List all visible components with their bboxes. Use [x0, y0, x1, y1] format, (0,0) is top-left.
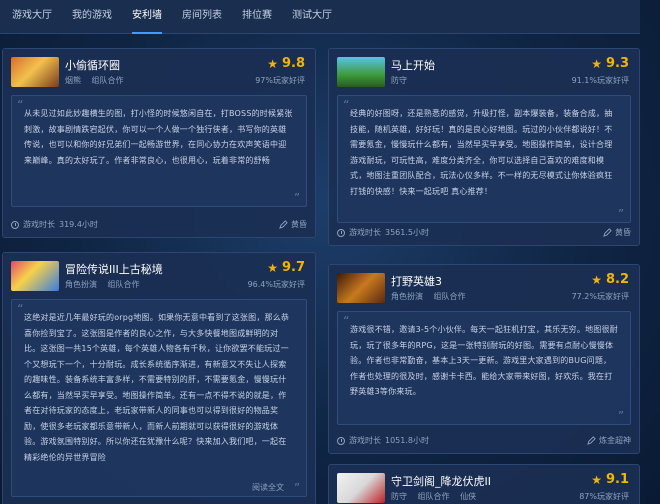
- playtime-label: 游戏时长: [23, 220, 55, 229]
- game-thumbnail[interactable]: [337, 273, 385, 303]
- clock-icon: [11, 220, 19, 229]
- clock-icon: [337, 228, 345, 237]
- playtime-value: 3561.5小时: [385, 228, 429, 237]
- game-title[interactable]: 马上开始: [391, 57, 435, 73]
- positive-rate: 77.2%玩家好评: [571, 292, 629, 301]
- game-title[interactable]: 打野英雄3: [391, 273, 442, 289]
- quote-close-icon: ”: [617, 409, 624, 423]
- tag: 组队合作: [417, 492, 450, 501]
- tag: 组队合作: [91, 76, 124, 85]
- star-icon: ★: [267, 56, 278, 71]
- card-footer: 游戏时长 1051.8小时 炼金超神: [337, 435, 631, 447]
- card-header: 小偷循环圈 烟熊 组队合作 ★ 9.8 97%玩家好评: [11, 56, 307, 89]
- card-header: 冒险传说III上古秘境 角色扮演 组队合作 ★ 9.7 96.4%玩家好评: [11, 260, 307, 293]
- review-card[interactable]: 守卫剑阁_降龙伏虎II 防守 组队合作 仙侠 ★ 9.1 87%玩家好评: [328, 464, 640, 504]
- review-card[interactable]: 打野英雄3 角色扮演 组队合作 ★ 8.2 77.2%玩家好评 “ 游戏很不错，…: [328, 264, 640, 454]
- rating-score: 9.8: [281, 56, 305, 71]
- rating-score: 9.1: [605, 472, 629, 487]
- review-box: “ 游戏很不错，邀请3-5个小伙伴。每天一起狂机打宝，其乐无穷。地图很耐玩，玩了…: [337, 311, 631, 425]
- card-header: 打野英雄3 角色扮演 组队合作 ★ 8.2 77.2%玩家好评: [337, 272, 631, 305]
- game-tags: 角色扮演 组队合作: [391, 291, 474, 302]
- quote-open-icon: “: [343, 98, 350, 112]
- review-card[interactable]: 马上开始 防守 ★ 9.3 91.1%玩家好评 “ 经典的好图呀，还是熟悉的感觉…: [328, 48, 640, 246]
- quote-close-icon: ”: [293, 191, 300, 205]
- card-footer: 游戏时长 319.4小时 黄昏: [11, 219, 307, 231]
- card-header: 守卫剑阁_降龙伏虎II 防守 组队合作 仙侠 ★ 9.1 87%玩家好评: [337, 472, 631, 504]
- star-icon: ★: [267, 260, 278, 275]
- rating: ★ 8.2: [591, 272, 629, 287]
- tab-ranked[interactable]: 排位赛: [232, 0, 282, 34]
- star-icon: ★: [591, 56, 602, 71]
- clock-icon: [337, 436, 345, 445]
- top-tab-bar: 游戏大厅 我的游戏 安利墙 房间列表 排位赛 测试大厅: [0, 0, 640, 34]
- game-title[interactable]: 小偷循环圈: [65, 57, 120, 73]
- game-title[interactable]: 冒险传说III上古秘境: [65, 261, 163, 277]
- game-thumbnail[interactable]: [337, 57, 385, 87]
- tab-game-lobby[interactable]: 游戏大厅: [0, 0, 62, 34]
- tab-recommend-wall[interactable]: 安利墙: [122, 0, 172, 34]
- rating: ★ 9.3: [591, 56, 629, 71]
- tag: 烟熊: [65, 76, 81, 85]
- game-tags: 防守 组队合作 仙侠: [391, 491, 484, 502]
- playtime-value: 319.4小时: [59, 220, 98, 229]
- pen-icon: [603, 228, 612, 237]
- playtime-value: 1051.8小时: [385, 436, 429, 445]
- star-icon: ★: [591, 472, 602, 487]
- positive-rate: 96.4%玩家好评: [247, 280, 305, 289]
- star-icon: ★: [591, 272, 602, 287]
- tag: 防守: [391, 492, 407, 501]
- rating-score: 8.2: [605, 272, 629, 287]
- rating-score: 9.3: [605, 56, 629, 71]
- review-text: 经典的好图呀，还是熟悉的感觉，升级打怪，副本爆装备，装备合成，抽技能，随机英雄，…: [350, 109, 613, 196]
- tag: 组队合作: [433, 292, 466, 301]
- positive-rate: 97%玩家好评: [255, 76, 305, 85]
- review-box: “ 从未见过如此妙趣横生的图，打小怪的时候悠闲自在，打BOSS的时候紧张刺激，故…: [11, 95, 307, 207]
- pen-icon: [279, 220, 288, 229]
- rating: ★ 9.1: [591, 472, 629, 487]
- playtime-label: 游戏时长: [349, 228, 381, 237]
- positive-rate: 91.1%玩家好评: [571, 76, 629, 85]
- tag: 防守: [391, 76, 407, 85]
- review-text: 游戏很不错，邀请3-5个小伙伴。每天一起狂机打宝，其乐无穷。地图很耐玩，玩了很多…: [350, 325, 618, 396]
- card-header: 马上开始 防守 ★ 9.3 91.1%玩家好评: [337, 56, 631, 89]
- game-tags: 防守: [391, 75, 415, 86]
- game-thumbnail[interactable]: [11, 261, 59, 291]
- review-card[interactable]: 小偷循环圈 烟熊 组队合作 ★ 9.8 97%玩家好评 “ 从未见过如此妙趣横生…: [2, 48, 316, 238]
- game-tags: 角色扮演 组队合作: [65, 279, 148, 290]
- review-author[interactable]: 黄昏: [615, 227, 631, 238]
- quote-open-icon: “: [343, 314, 350, 328]
- quote-close-icon: ”: [617, 207, 624, 221]
- pen-icon: [587, 436, 596, 445]
- card-footer: 游戏时长 3561.5小时 黄昏: [337, 227, 631, 239]
- positive-rate: 87%玩家好评: [579, 492, 629, 501]
- tag: 角色扮演: [391, 292, 423, 301]
- quote-close-icon: ”: [293, 481, 300, 495]
- game-title[interactable]: 守卫剑阁_降龙伏虎II: [391, 473, 491, 489]
- rating: ★ 9.8: [267, 56, 305, 71]
- game-tags: 烟熊 组队合作: [65, 75, 132, 86]
- tab-test-lobby[interactable]: 测试大厅: [282, 0, 342, 34]
- review-text: 从未见过如此妙趣横生的图，打小怪的时候悠闲自在，打BOSS的时候紧张刺激，故事剧…: [24, 109, 293, 165]
- tag: 角色扮演: [65, 280, 97, 289]
- rating-score: 9.7: [281, 260, 305, 275]
- tab-room-list[interactable]: 房间列表: [172, 0, 232, 34]
- review-author[interactable]: 黄昏: [291, 219, 307, 230]
- review-box: “ 经典的好图呀，还是熟悉的感觉，升级打怪，副本爆装备，装备合成，抽技能，随机英…: [337, 95, 631, 223]
- review-box: “ 这绝对是近几年最好玩的orpg地图。如果你无意中看到了这张图，那么恭喜你捡到…: [11, 299, 307, 497]
- quote-open-icon: “: [17, 302, 24, 316]
- tab-my-games[interactable]: 我的游戏: [62, 0, 122, 34]
- tag: 组队合作: [107, 280, 140, 289]
- playtime-label: 游戏时长: [349, 436, 381, 445]
- review-author[interactable]: 炼金超神: [599, 435, 631, 446]
- rating: ★ 9.7: [267, 260, 305, 275]
- game-thumbnail[interactable]: [11, 57, 59, 87]
- quote-open-icon: “: [17, 98, 24, 112]
- game-thumbnail[interactable]: [337, 473, 385, 503]
- tag: 仙侠: [460, 492, 477, 501]
- review-card[interactable]: 冒险传说III上古秘境 角色扮演 组队合作 ★ 9.7 96.4%玩家好评 “ …: [2, 252, 316, 504]
- read-more-link[interactable]: 阅读全文: [252, 482, 284, 493]
- review-text: 这绝对是近几年最好玩的orpg地图。如果你无意中看到了这张图，那么恭喜你捡到宝了…: [24, 313, 290, 462]
